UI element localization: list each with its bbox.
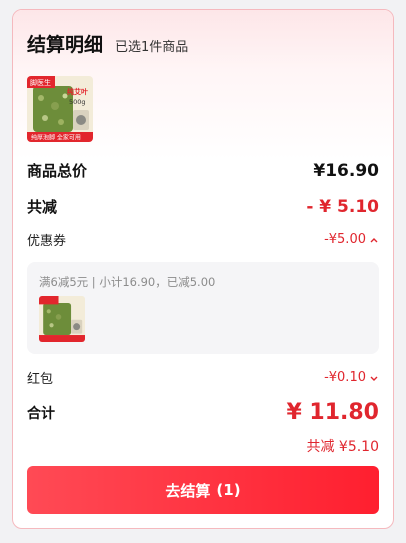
saved-amount: 共减 ¥5.10 [306, 439, 379, 455]
total-label: 合计 [27, 405, 55, 422]
coupon-detail-box: 满6减5元 | 小计16.90，已减5.00 [27, 262, 379, 354]
settlement-panel: 结算明细 已选1件商品 脚医生 纯艾叶 500g 纯厚泡脚 全家可用 商品总价 … [12, 9, 394, 529]
selected-count: 已选1件商品 [115, 40, 189, 55]
goods-total-value: ¥16.90 [313, 160, 379, 181]
discount-label: 共减 [27, 198, 58, 216]
redpacket-label: 红包 [27, 372, 54, 387]
checkout-count: (1) [216, 481, 241, 499]
coupon-toggle[interactable]: -¥5.00 [324, 232, 379, 247]
chevron-down-icon [370, 376, 378, 381]
panel-title: 结算明细 [27, 34, 104, 56]
checkout-button[interactable]: 去结算 (1) [27, 466, 379, 514]
coupon-label: 优惠券 [27, 234, 67, 249]
redpacket-value: -¥0.10 [324, 370, 366, 385]
product-thumbnail[interactable]: 脚医生 纯艾叶 500g 纯厚泡脚 全家可用 [27, 76, 93, 142]
coupon-product-thumbnail [39, 296, 85, 342]
goods-total-row: 商品总价 ¥16.90 [27, 160, 379, 181]
total-value: ¥ 11.80 [286, 400, 379, 425]
product-weight-text: 500g [69, 98, 86, 106]
checkout-label: 去结算 [165, 481, 211, 500]
discount-row: 共减 - ¥ 5.10 [27, 196, 379, 217]
goods-total-label: 商品总价 [27, 162, 88, 180]
coupon-detail-text: 满6减5元 | 小计16.90，已减5.00 [39, 275, 216, 289]
coupon-row[interactable]: 优惠券 -¥5.00 [27, 230, 379, 249]
redpacket-toggle[interactable]: -¥0.10 [324, 370, 379, 385]
chevron-up-icon [370, 237, 378, 242]
product-tags-text: 纯厚泡脚 全家可用 [31, 134, 81, 142]
total-row: 合计 ¥ 11.80 [27, 400, 379, 425]
redpacket-row[interactable]: 红包 -¥0.10 [27, 368, 379, 387]
coupon-value: -¥5.00 [324, 232, 366, 247]
discount-value: - ¥ 5.10 [306, 196, 379, 217]
product-name-text: 纯艾叶 [67, 87, 88, 96]
brand-text: 脚医生 [30, 78, 51, 87]
